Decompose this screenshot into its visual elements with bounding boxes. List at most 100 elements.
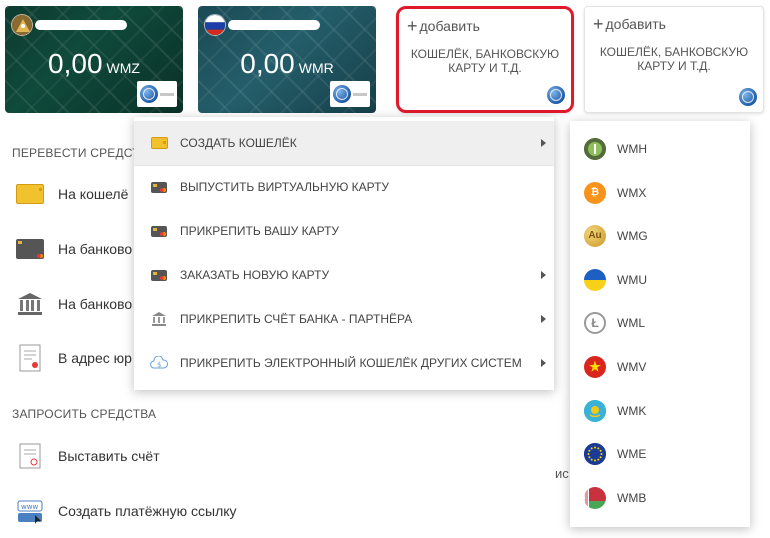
wm-pyramid-icon	[11, 14, 33, 36]
wallet-icon	[150, 136, 168, 150]
submenu-item-label: WME	[617, 446, 647, 461]
chevron-right-icon	[541, 315, 546, 323]
transfer-to-legal-entity[interactable]: В адрес юр	[14, 342, 132, 374]
chevron-right-icon	[541, 139, 546, 147]
add-wallet-header: + добавить	[593, 15, 666, 33]
truncated-text: ис	[555, 466, 569, 481]
plus-icon: +	[407, 16, 418, 36]
submenu-item-label: WMH	[617, 141, 647, 156]
ukraine-flag-icon	[584, 268, 606, 291]
submenu-item-wme[interactable]: WME	[570, 432, 750, 475]
balance-amount: 0,00	[240, 48, 295, 79]
gold-icon: Au	[584, 224, 606, 247]
transfer-to-bank-account[interactable]: На банково	[14, 288, 132, 320]
bank-card-icon	[150, 224, 168, 238]
invoice-icon	[14, 440, 46, 472]
eu-flag-icon	[584, 442, 606, 465]
add-wallet-card[interactable]: + добавить КОШЕЛЁК, БАНКОВСКУЮ КАРТУ И Т.…	[396, 6, 574, 113]
wallet-type-submenu: WMH ₿ WMX Au WMG WMU Ł WML ★ WMV WMK WME…	[570, 121, 750, 527]
bitcoin-icon: ₿	[584, 181, 606, 204]
russia-flag-icon	[204, 14, 226, 36]
svg-text:$: $	[157, 361, 161, 369]
wallet-owner-redacted	[228, 20, 320, 30]
add-wallet-header: + добавить	[407, 17, 480, 35]
add-label: добавить	[419, 18, 480, 34]
chevron-right-icon	[541, 359, 546, 367]
menu-item-label: ПРИКРЕПИТЬ СЧЁТ БАНКА - ПАРТНЁРА	[180, 312, 413, 326]
submenu-item-label: WML	[617, 315, 645, 330]
wallet-card-wmz[interactable]: 0,00 WMZ	[5, 6, 183, 113]
action-label: Создать платёжную ссылку	[58, 503, 237, 519]
payment-link-icon: www	[14, 495, 46, 527]
menu-item-issue-virtual-card[interactable]: ВЫПУСТИТЬ ВИРТУАЛЬНУЮ КАРТУ	[134, 165, 554, 209]
action-label: В адрес юр	[58, 350, 132, 366]
webmoney-globe-icon	[547, 86, 565, 104]
webmoney-badge	[330, 81, 370, 107]
bank-building-icon	[150, 312, 168, 326]
menu-item-create-wallet[interactable]: СОЗДАТЬ КОШЕЛЁК	[134, 121, 554, 165]
balance-amount: 0,00	[48, 48, 103, 79]
action-label: На банково	[58, 296, 133, 312]
add-description: КОШЕЛЁК, БАНКОВСКУЮ КАРТУ И Т.Д.	[410, 47, 560, 75]
add-description: КОШЕЛЁК, БАНКОВСКУЮ КАРТУ И Т.Д.	[599, 45, 749, 73]
bank-card-icon	[14, 233, 46, 265]
submenu-item-label: WMU	[617, 272, 647, 287]
wallet-page: 0,00 WMZ 0,00 WMR + добавить КОШЕЛЁК, БАНКО…	[0, 0, 770, 538]
wallet-balance: 0,00 WMZ	[5, 48, 183, 80]
action-label: На банково	[58, 241, 133, 257]
transfer-section-title: ПЕРЕВЕСТИ СРЕДСТ	[12, 146, 140, 160]
chevron-right-icon	[541, 271, 546, 279]
webmoney-globe-icon	[140, 85, 158, 103]
kazakhstan-flag-icon	[584, 399, 606, 422]
menu-item-attach-card[interactable]: ПРИКРЕПИТЬ ВАШУ КАРТУ	[134, 209, 554, 253]
balance-currency: WMZ	[106, 60, 140, 76]
wallet-card-wmr[interactable]: 0,00 WMR	[198, 6, 376, 113]
plus-icon: +	[593, 14, 604, 34]
submenu-item-wmv[interactable]: ★ WMV	[570, 345, 750, 388]
bank-card-icon	[150, 180, 168, 194]
cloud-money-icon: $	[150, 356, 168, 370]
svg-text:www: www	[21, 503, 38, 511]
create-payment-link[interactable]: www Создать платёжную ссылку	[14, 495, 237, 527]
menu-item-label: ЗАКАЗАТЬ НОВУЮ КАРТУ	[180, 268, 330, 282]
add-wallet-menu: СОЗДАТЬ КОШЕЛЁК ВЫПУСТИТЬ ВИРТУАЛЬНУЮ КА…	[134, 117, 554, 390]
menu-item-attach-partner-bank[interactable]: ПРИКРЕПИТЬ СЧЁТ БАНКА - ПАРТНЁРА	[134, 297, 554, 341]
bank-building-icon	[14, 288, 46, 320]
add-label: добавить	[605, 16, 666, 32]
menu-item-order-new-card[interactable]: ЗАКАЗАТЬ НОВУЮ КАРТУ	[134, 253, 554, 297]
submenu-item-wmh[interactable]: WMH	[570, 127, 750, 170]
action-label: На кошелё	[58, 186, 129, 202]
submenu-item-label: WMX	[617, 185, 647, 200]
bank-card-icon	[150, 268, 168, 282]
vietnam-flag-icon: ★	[584, 355, 606, 378]
transfer-to-bank-card[interactable]: На банково	[14, 233, 132, 265]
litecoin-icon: Ł	[584, 311, 606, 334]
wallet-owner-redacted	[35, 20, 127, 30]
submenu-item-wmb[interactable]: WMB	[570, 476, 750, 519]
submenu-item-label: WMK	[617, 403, 647, 418]
wallet-balance: 0,00 WMR	[198, 48, 376, 80]
webmoney-globe-icon	[333, 85, 351, 103]
submenu-item-wmx[interactable]: ₿ WMX	[570, 171, 750, 214]
submenu-item-wmu[interactable]: WMU	[570, 258, 750, 301]
submenu-item-label: WMG	[617, 228, 648, 243]
submenu-item-wmk[interactable]: WMK	[570, 389, 750, 432]
issue-invoice[interactable]: Выставить счёт	[14, 440, 160, 472]
webmoney-badge	[137, 81, 177, 107]
belarus-flag-icon	[584, 486, 606, 509]
transfer-to-wallet[interactable]: На кошелё	[14, 178, 128, 210]
menu-item-label: ПРИКРЕПИТЬ ЭЛЕКТРОННЫЙ КОШЕЛЁК ДРУГИХ СИ…	[180, 356, 522, 370]
submenu-item-label: WMB	[617, 490, 647, 505]
submenu-item-wml[interactable]: Ł WML	[570, 301, 750, 344]
wmh-coin-icon	[584, 137, 606, 160]
add-wallet-card[interactable]: + добавить КОШЕЛЁК, БАНКОВСКУЮ КАРТУ И Т.…	[584, 6, 764, 113]
menu-item-label: ПРИКРЕПИТЬ ВАШУ КАРТУ	[180, 224, 340, 238]
menu-item-label: ВЫПУСТИТЬ ВИРТУАЛЬНУЮ КАРТУ	[180, 180, 390, 194]
request-section-title: ЗАПРОСИТЬ СРЕДСТВА	[12, 407, 157, 421]
submenu-item-label: WMV	[617, 359, 647, 374]
webmoney-globe-icon	[739, 88, 757, 106]
document-icon	[14, 342, 46, 374]
action-label: Выставить счёт	[58, 448, 160, 464]
menu-item-attach-external-wallet[interactable]: $ ПРИКРЕПИТЬ ЭЛЕКТРОННЫЙ КОШЕЛЁК ДРУГИХ …	[134, 341, 554, 385]
submenu-item-wmg[interactable]: Au WMG	[570, 214, 750, 257]
